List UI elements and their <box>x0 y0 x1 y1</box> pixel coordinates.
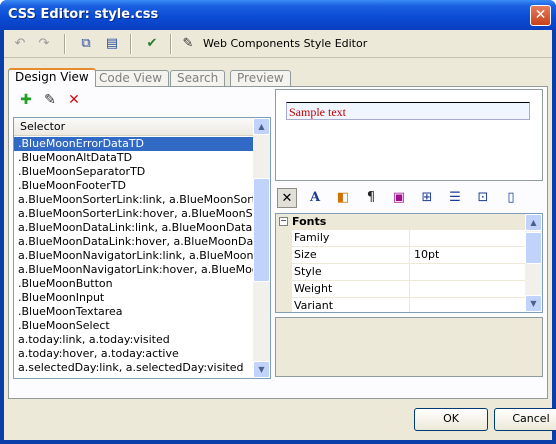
property-value[interactable] <box>412 230 524 247</box>
edges-icon[interactable]: ⊡ <box>473 188 493 208</box>
window-title: CSS Editor: style.css <box>8 7 159 22</box>
list-item[interactable]: a.today:hover, a.today:active <box>14 347 253 361</box>
style-preview: Sample text <box>275 89 543 181</box>
list-item[interactable]: a.BlueMoonNavigatorLink:hover, a.BlueMoo… <box>14 263 253 277</box>
list-item[interactable]: a.BlueMoonDataLink:hover, a.BlueMoonData… <box>14 235 253 249</box>
sample-text: Sample text <box>286 102 530 120</box>
property-value[interactable]: 10pt <box>412 247 524 264</box>
toolbar-separator <box>64 34 66 54</box>
copy-style-icon[interactable]: ⧉ <box>76 34 96 54</box>
scroll-up-arrow-icon[interactable]: ▲ <box>253 118 270 135</box>
property-value[interactable] <box>412 281 524 298</box>
property-description-panel <box>275 317 543 377</box>
property-name: Style <box>294 264 410 281</box>
add-icon[interactable]: ✚ <box>17 91 35 109</box>
list-item[interactable]: a.BlueMoonNavigatorLink:link, a.BlueMoon… <box>14 249 253 263</box>
tab-code-view[interactable]: Code View <box>92 70 170 86</box>
undo-icon[interactable]: ↶ <box>10 34 30 54</box>
tab-design-view[interactable]: Design View <box>8 68 96 87</box>
scroll-down-arrow-icon[interactable]: ▼ <box>253 361 270 378</box>
style-editor-label[interactable]: Web Components Style Editor <box>203 37 367 50</box>
row-gutter <box>276 230 292 247</box>
property-row[interactable]: Weight <box>276 281 526 298</box>
layout-icon[interactable]: ⊞ <box>417 188 437 208</box>
list-item[interactable]: .BlueMoonTextarea <box>14 305 253 319</box>
list-item[interactable]: a.today:link, a.today:visited <box>14 333 253 347</box>
row-gutter <box>276 264 292 281</box>
list-item[interactable]: a.BlueMoonDataLink:link, a.BlueMoonDataL… <box>14 221 253 235</box>
property-scrollbar[interactable]: ▲ ▼ <box>525 214 542 312</box>
dialog-window: CSS Editor: style.css ✕ ↶ ↷ ⧉ ▤ ✔ ✎ Web … <box>0 0 556 444</box>
property-name: Size <box>294 247 410 264</box>
validate-icon[interactable]: ✔ <box>142 34 162 54</box>
toolbar-separator <box>130 34 132 54</box>
property-row[interactable]: Style <box>276 264 526 281</box>
collapse-icon[interactable]: − <box>279 217 288 226</box>
property-category-toolbar: ✕ A ◧ ¶ ▣ ⊞ ☰ ⊡ ▯ <box>275 187 543 209</box>
tab-preview[interactable]: Preview <box>230 70 291 86</box>
other-icon[interactable]: ▯ <box>501 188 521 208</box>
background-icon[interactable]: ◧ <box>333 188 353 208</box>
text-block-icon[interactable]: ¶ <box>361 188 381 208</box>
position-icon[interactable]: ▣ <box>389 188 409 208</box>
category-label: Fonts <box>292 215 327 228</box>
row-gutter <box>276 281 292 298</box>
dialog-client-area: ↶ ↷ ⧉ ▤ ✔ ✎ Web Components Style Editor … <box>4 30 556 440</box>
list-item[interactable]: .BlueMoonAltDataTD <box>14 151 253 165</box>
property-value[interactable] <box>412 298 524 312</box>
list-icon[interactable]: ☰ <box>445 188 465 208</box>
list-item[interactable]: .BlueMoonErrorDataTD <box>14 137 253 151</box>
toolbar-separator <box>170 34 172 54</box>
view-tabs: Design View Code View Search Preview <box>8 68 548 87</box>
property-category[interactable]: − Fonts <box>276 214 526 230</box>
tab-search[interactable]: Search <box>170 70 226 86</box>
close-button[interactable]: ✕ <box>530 5 551 26</box>
row-gutter <box>276 247 292 264</box>
property-row[interactable]: Family <box>276 230 526 247</box>
selector-scrollbar[interactable]: ▲ ▼ <box>253 118 270 378</box>
scroll-thumb[interactable] <box>525 232 542 264</box>
edit-icon[interactable]: ✎ <box>41 91 59 109</box>
property-name: Weight <box>294 281 410 298</box>
property-row[interactable]: Size 10pt <box>276 247 526 264</box>
clear-icon[interactable]: ✕ <box>277 188 297 208</box>
scroll-thumb[interactable] <box>253 178 270 282</box>
selector-rows: .BlueMoonErrorDataTD .BlueMoonAltDataTD … <box>14 137 253 375</box>
list-item[interactable]: a.BlueMoonSorterLink:hover, a.BlueMoonSo… <box>14 207 253 221</box>
property-name: Variant <box>294 298 410 312</box>
list-item[interactable]: .BlueMoonInput <box>14 291 253 305</box>
style-editor-icon[interactable]: ✎ <box>178 34 198 54</box>
selector-list[interactable]: Selector .BlueMoonErrorDataTD .BlueMoonA… <box>13 117 271 379</box>
list-item[interactable]: .BlueMoonSeparatorTD <box>14 165 253 179</box>
list-item[interactable]: .BlueMoonFooterTD <box>14 179 253 193</box>
redo-icon[interactable]: ↷ <box>34 34 54 54</box>
property-row[interactable]: Variant <box>276 298 526 312</box>
ok-button[interactable]: OK <box>414 408 488 431</box>
toolbar: ↶ ↷ ⧉ ▤ ✔ ✎ Web Components Style Editor <box>4 30 552 58</box>
cancel-button[interactable]: Cancel <box>494 408 556 431</box>
list-item[interactable]: a.selectedDay:link, a.selectedDay:visite… <box>14 361 253 375</box>
list-item[interactable]: a.BlueMoonSorterLink:link, a.BlueMoonSor… <box>14 193 253 207</box>
font-icon[interactable]: A <box>305 188 325 208</box>
selector-column-header[interactable]: Selector <box>14 118 253 136</box>
property-name: Family <box>294 230 410 247</box>
paste-style-icon[interactable]: ▤ <box>102 34 122 54</box>
property-value[interactable] <box>412 264 524 281</box>
list-item[interactable]: .BlueMoonButton <box>14 277 253 291</box>
delete-icon[interactable]: ✕ <box>65 91 83 109</box>
scroll-up-arrow-icon[interactable]: ▲ <box>525 214 542 231</box>
title-bar[interactable]: CSS Editor: style.css ✕ <box>0 0 556 30</box>
row-gutter <box>276 298 292 312</box>
property-grid[interactable]: − Fonts Family Size 10pt Style Weight Va… <box>275 213 543 313</box>
scroll-down-arrow-icon[interactable]: ▼ <box>525 295 542 312</box>
list-item[interactable]: .BlueMoonSelect <box>14 319 253 333</box>
design-view-panel: ✚ ✎ ✕ Selector .BlueMoonErrorDataTD .Blu… <box>8 86 548 399</box>
